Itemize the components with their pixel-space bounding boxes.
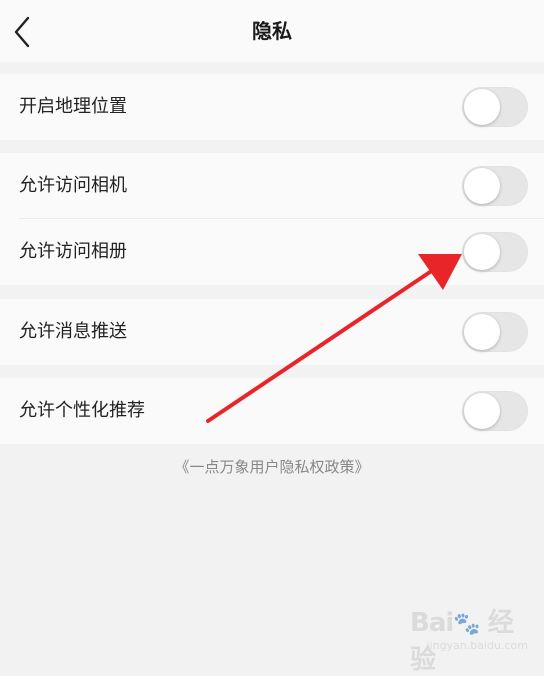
toggle-knob bbox=[464, 168, 500, 204]
setting-row-push: 允许消息推送 bbox=[0, 299, 544, 365]
setting-row-camera: 允许访问相机 bbox=[0, 153, 544, 219]
settings-group-push: 允许消息推送 bbox=[0, 299, 544, 365]
page-title: 隐私 bbox=[252, 19, 292, 43]
settings-group-media: 允许访问相机 允许访问相册 bbox=[0, 153, 544, 285]
camera-toggle[interactable] bbox=[462, 166, 528, 206]
settings-group-location: 开启地理位置 bbox=[0, 74, 544, 140]
location-toggle[interactable] bbox=[462, 87, 528, 127]
toggle-knob bbox=[464, 234, 500, 270]
setting-label-personalization: 允许个性化推荐 bbox=[19, 400, 145, 421]
setting-label-location: 开启地理位置 bbox=[19, 96, 127, 117]
settings-group-personalization: 允许个性化推荐 bbox=[0, 378, 544, 444]
setting-label-album: 允许访问相册 bbox=[19, 241, 127, 262]
toggle-knob bbox=[464, 393, 500, 429]
toggle-knob bbox=[464, 314, 500, 350]
navigation-bar: 隐私 bbox=[0, 0, 544, 62]
setting-row-location: 开启地理位置 bbox=[0, 74, 544, 140]
setting-row-personalization: 允许个性化推荐 bbox=[0, 378, 544, 444]
toggle-knob bbox=[464, 89, 500, 125]
personalization-toggle[interactable] bbox=[462, 391, 528, 431]
push-toggle[interactable] bbox=[462, 312, 528, 352]
setting-label-push: 允许消息推送 bbox=[19, 321, 127, 342]
baidu-jingyan-watermark: Bai🐾 经验 jingyan.baidu.com bbox=[404, 598, 534, 675]
setting-row-album: 允许访问相册 bbox=[0, 219, 544, 285]
setting-label-camera: 允许访问相机 bbox=[19, 175, 127, 196]
privacy-policy-link[interactable]: 《一点万象用户隐私权政策》 bbox=[0, 456, 544, 477]
watermark-url: jingyan.baidu.com bbox=[426, 639, 528, 652]
album-toggle[interactable] bbox=[462, 232, 528, 272]
